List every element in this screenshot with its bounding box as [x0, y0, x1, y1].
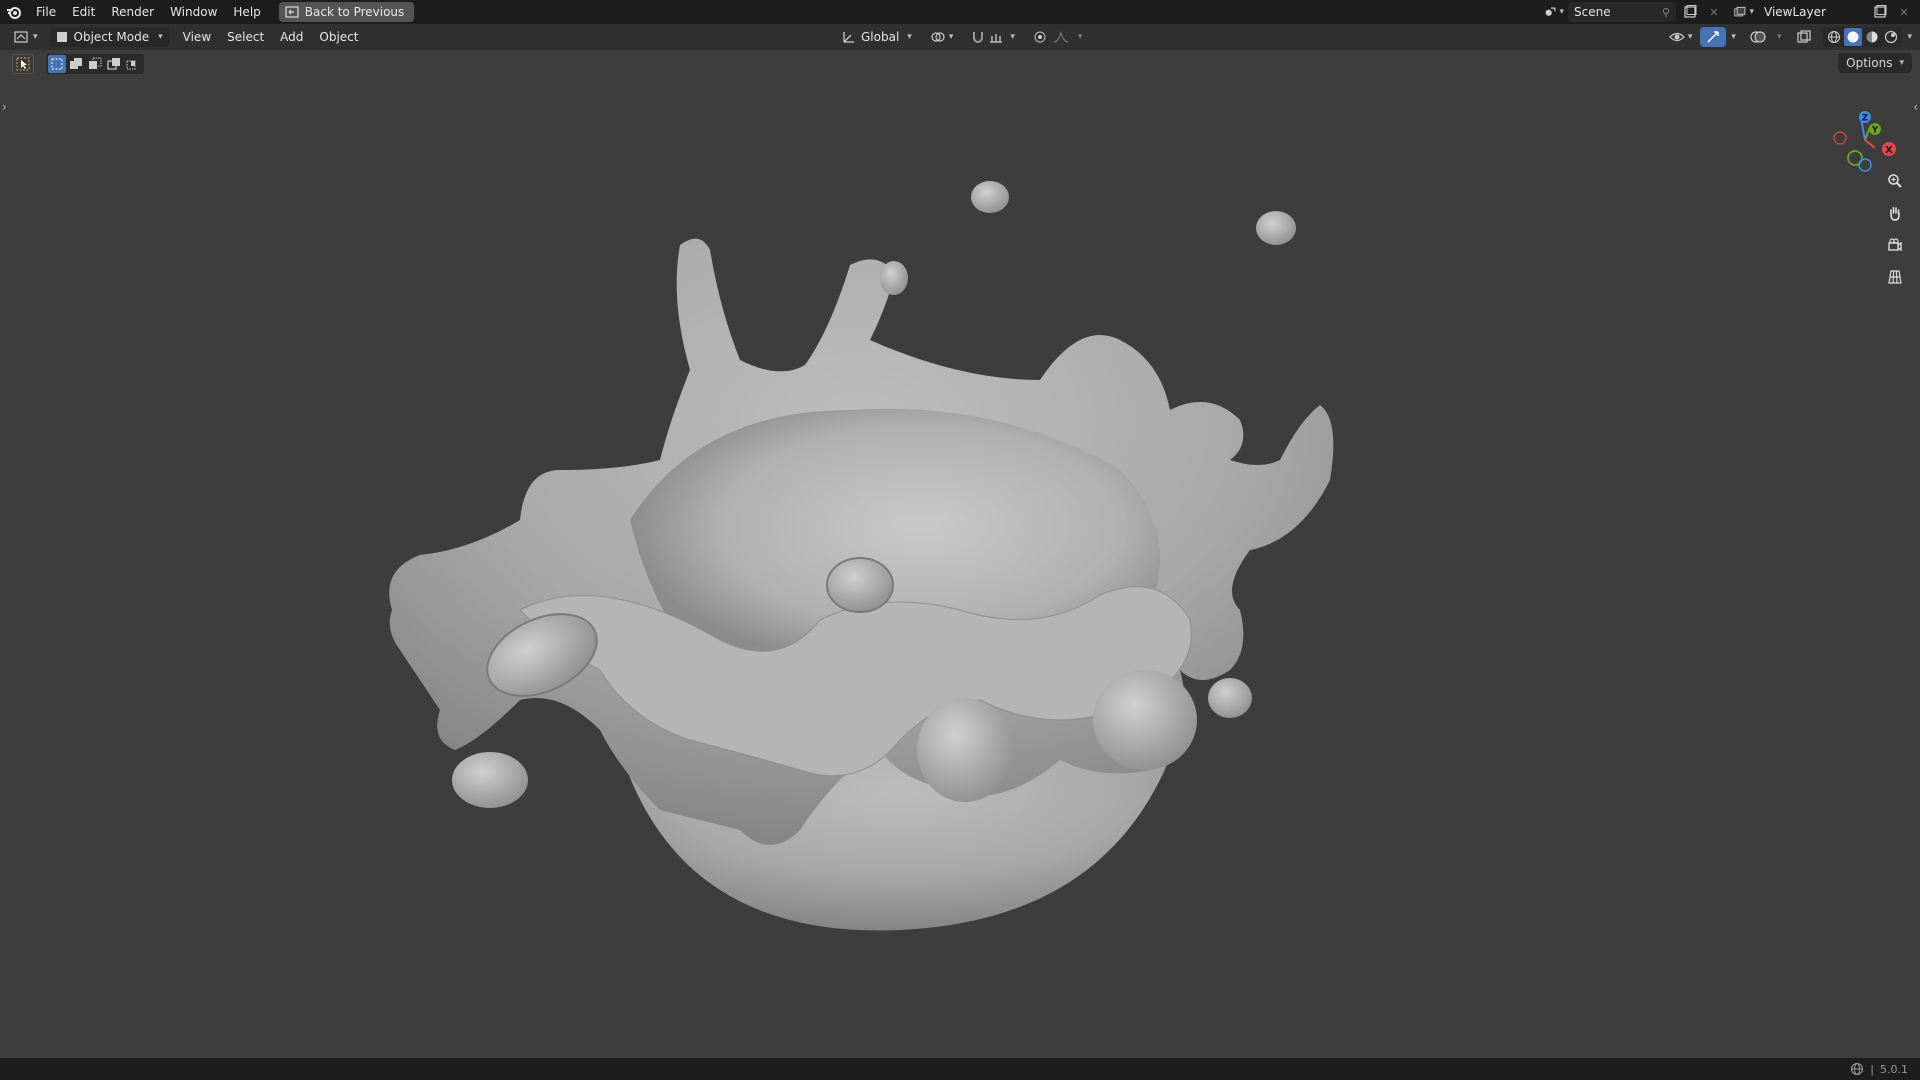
xray-toggle[interactable]	[1791, 27, 1817, 47]
overlays-icon	[1750, 31, 1766, 43]
wireframe-sphere-icon	[1828, 31, 1841, 43]
pivot-point-button[interactable]: ▾	[924, 27, 960, 47]
material-sphere-icon	[1866, 31, 1878, 43]
snap-increment-icon	[990, 34, 1003, 43]
rendered-shading-button[interactable]	[1882, 28, 1900, 46]
back-to-previous-button[interactable]: Back to Previous	[278, 2, 415, 22]
top-menu-bar: File Edit Render Window Help Back to Pre…	[0, 0, 1920, 24]
eye-select-icon	[1669, 32, 1685, 42]
transform-orientation-selector[interactable]: Global ▾	[836, 27, 918, 47]
editor-type-button[interactable]: ▾	[8, 27, 44, 47]
proportional-editing-controls[interactable]: ▾	[1027, 27, 1089, 47]
material-preview-button[interactable]	[1863, 28, 1881, 46]
status-bar: | 5.0.1	[0, 1058, 1920, 1080]
scene-name: Scene	[1574, 5, 1611, 19]
editor-type-icon	[14, 31, 28, 43]
menu-edit[interactable]: Edit	[64, 0, 103, 24]
viewport-header: ▾ Object Mode ▾ View Select Add Object G…	[0, 24, 1920, 50]
back-to-previous-label: Back to Previous	[304, 5, 405, 19]
status-separator: |	[1870, 1062, 1874, 1076]
pivot-icon	[931, 32, 945, 42]
orientation-axes-icon	[843, 32, 854, 43]
snap-magnet-icon	[973, 32, 984, 43]
new-scene-icon[interactable]	[1680, 2, 1700, 22]
blender-logo-icon[interactable]	[0, 0, 28, 24]
mode-selector[interactable]: Object Mode ▾	[49, 27, 169, 47]
menu-object[interactable]: Object	[313, 27, 364, 47]
solid-sphere-icon	[1847, 31, 1859, 43]
wireframe-shading-button[interactable]	[1825, 28, 1843, 46]
3d-viewport[interactable]: Options ▾ › ‹ X Y Z	[0, 50, 1920, 1058]
xray-icon	[1797, 30, 1812, 43]
pin-icon[interactable]: ⚲	[1662, 6, 1670, 19]
menu-help[interactable]: Help	[225, 0, 268, 24]
show-overlays-toggle[interactable]	[1744, 27, 1772, 47]
orientation-label: Global	[861, 30, 900, 44]
menu-select[interactable]: Select	[221, 27, 270, 47]
gizmo-dropdown-icon[interactable]: ▾	[1731, 32, 1736, 42]
shading-dropdown-icon[interactable]: ▾	[1907, 32, 1912, 42]
remove-scene-icon[interactable]: ✕	[1704, 2, 1724, 22]
menu-file[interactable]: File	[28, 0, 64, 24]
view-layer-name: ViewLayer	[1764, 5, 1826, 19]
show-gizmo-toggle[interactable]	[1700, 27, 1727, 47]
solid-shading-button[interactable]	[1844, 28, 1863, 46]
object-mode-icon	[56, 32, 67, 42]
globe-icon	[1851, 1062, 1864, 1076]
visibility-selectability-button[interactable]: ▾	[1663, 27, 1699, 47]
version-label: 5.0.1	[1880, 1062, 1908, 1076]
proportional-edit-icon	[1034, 31, 1046, 43]
overlays-dropdown-icon[interactable]: ▾	[1777, 32, 1782, 42]
falloff-curve-icon	[1053, 31, 1068, 43]
menu-view[interactable]: View	[177, 27, 217, 47]
splash-crown-mesh[interactable]	[0, 50, 1920, 1058]
mode-label: Object Mode	[73, 30, 150, 44]
menu-render[interactable]: Render	[103, 0, 162, 24]
menu-window[interactable]: Window	[162, 0, 225, 24]
snap-controls[interactable]: ▾	[965, 27, 1021, 47]
scene-field[interactable]: Scene ⚲	[1568, 2, 1676, 22]
menu-add[interactable]: Add	[274, 27, 309, 47]
gizmo-icon	[1707, 31, 1720, 43]
shading-mode-group	[1823, 27, 1903, 47]
view-layer-field[interactable]: ViewLayer	[1758, 2, 1866, 22]
screen-back-icon	[285, 6, 299, 18]
rendered-sphere-icon	[1885, 30, 1898, 44]
remove-view-layer-icon[interactable]: ✕	[1894, 2, 1914, 22]
view-layer-selector-icon[interactable]: ▾	[1734, 2, 1754, 22]
new-view-layer-icon[interactable]	[1870, 2, 1890, 22]
scene-selector-icon[interactable]: ▾	[1544, 2, 1564, 22]
